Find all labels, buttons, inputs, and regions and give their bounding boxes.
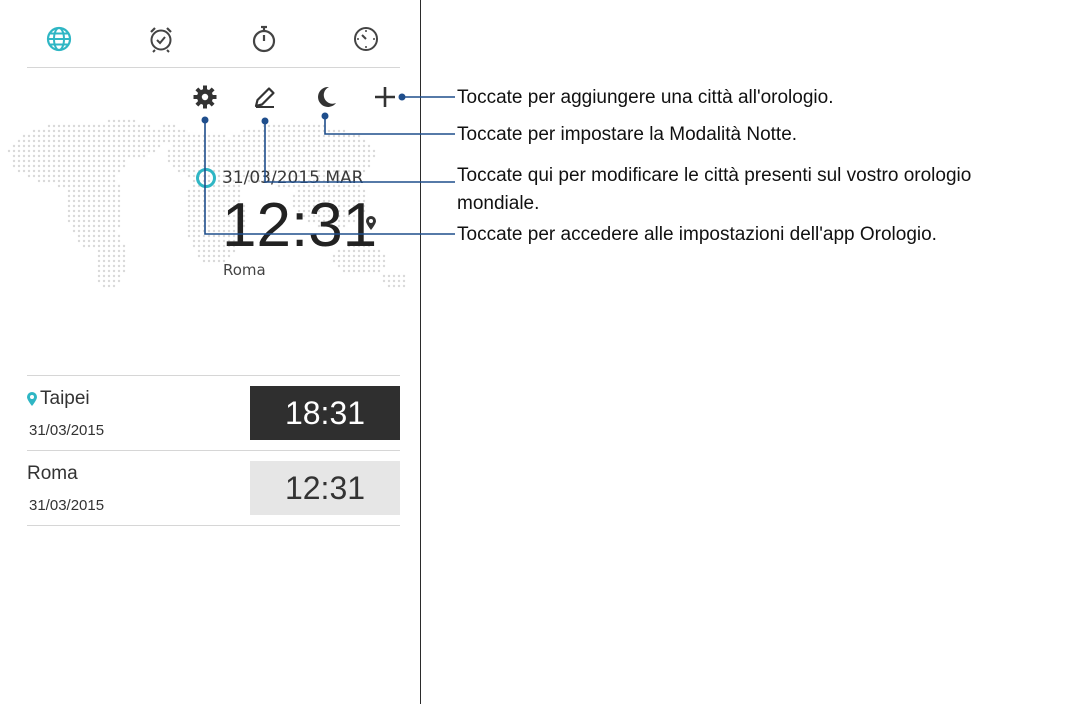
city-time: 12:31 <box>250 461 400 515</box>
main-city: Roma <box>223 261 266 279</box>
city-date: 31/03/2015 <box>29 422 105 439</box>
edit-cities-button[interactable] <box>250 82 280 112</box>
main-date-text: 31/03/2015 MAR <box>222 168 364 188</box>
add-city-button[interactable] <box>370 82 400 112</box>
callout-edit-cities-2: mondiale. <box>457 193 540 214</box>
gear-icon <box>193 85 217 109</box>
alarm-clock-icon <box>150 27 172 53</box>
settings-button[interactable] <box>190 82 220 112</box>
pencil-icon <box>254 87 275 108</box>
stopwatch-icon <box>252 25 276 53</box>
main-time: 12:31 <box>222 191 378 260</box>
callout-add-city: Toccate per aggiungere una città all'oro… <box>457 87 834 108</box>
tab-bar <box>27 15 400 68</box>
callout-edit-cities-1: Toccate qui per modificare le città pres… <box>457 165 972 186</box>
city-name: Taipei <box>27 388 90 410</box>
tab-stopwatch[interactable] <box>248 23 280 55</box>
city-date: 31/03/2015 <box>29 497 105 514</box>
clock-app-screen: 31/03/2015 MAR 12:31 Roma Taipei 31/03/2… <box>0 0 421 704</box>
list-item[interactable]: Taipei 31/03/2015 18:31 <box>27 375 400 450</box>
tab-timer[interactable] <box>350 23 382 55</box>
plus-icon <box>375 87 395 107</box>
location-ring-icon <box>196 168 216 188</box>
main-date: 31/03/2015 MAR <box>196 168 364 188</box>
callout-settings: Toccate per accedere alle impostazioni d… <box>457 224 937 245</box>
list-item[interactable]: Roma 31/03/2015 12:31 <box>27 450 400 526</box>
timer-icon <box>354 27 378 51</box>
moon-icon <box>318 86 336 107</box>
city-time: 18:31 <box>250 386 400 440</box>
location-pin-icon <box>27 391 37 406</box>
tab-world-clock[interactable] <box>43 23 75 55</box>
city-list: Taipei 31/03/2015 18:31 Roma 31/03/2015 … <box>27 375 400 526</box>
location-pin-icon <box>366 216 376 230</box>
tab-alarm[interactable] <box>145 23 177 55</box>
globe-icon <box>46 26 72 52</box>
city-name: Roma <box>27 463 78 484</box>
city-label: Taipei <box>40 388 90 409</box>
callout-night-mode: Toccate per impostare la Modalità Notte. <box>457 124 798 145</box>
night-mode-button[interactable] <box>311 82 341 112</box>
